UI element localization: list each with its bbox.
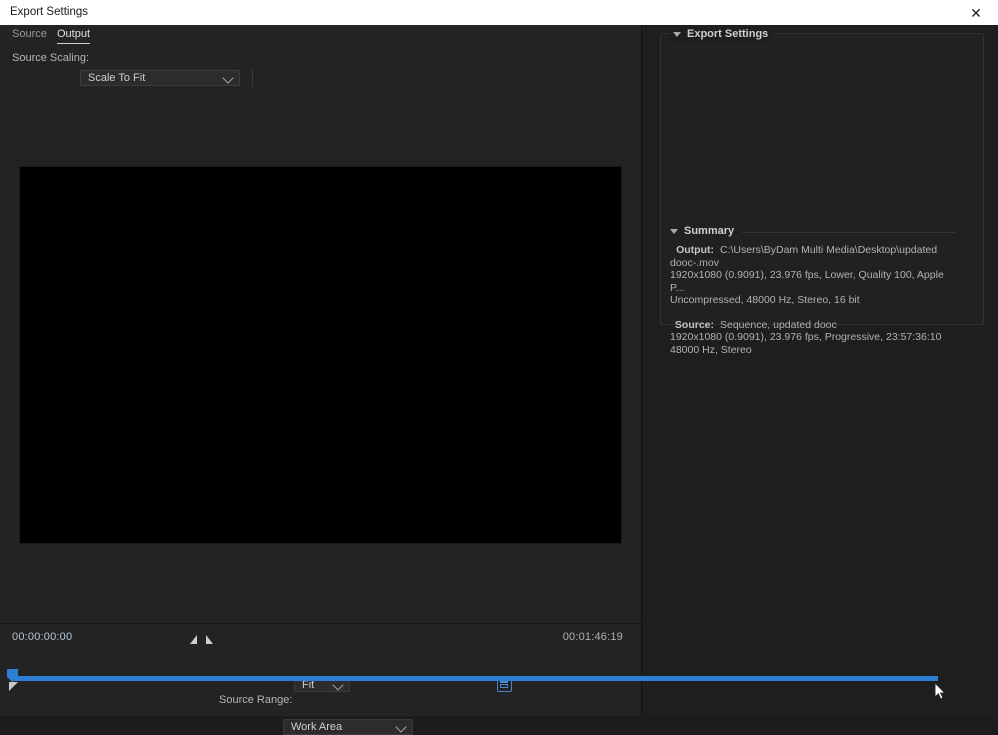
transport-bar: 00:00:00:00 00:01:46:19 — [0, 623, 641, 650]
chevron-down-icon — [673, 31, 681, 37]
preview-pane: Source Output Source Scaling: Scale To F… — [0, 25, 642, 735]
chevron-down-icon — [222, 72, 234, 84]
duration-timecode: 00:01:46:19 — [562, 631, 623, 643]
timeline-work-area-bar[interactable] — [12, 676, 938, 681]
current-timecode[interactable]: 00:00:00:00 — [12, 631, 72, 643]
source-scaling-label: Source Scaling: — [12, 52, 90, 64]
export-settings-header[interactable]: Export Settings — [669, 26, 773, 42]
source-scaling-select[interactable]: Scale To Fit — [80, 70, 240, 86]
source-range-value: Work Area — [291, 721, 343, 733]
in-point-marker[interactable] — [9, 682, 18, 691]
summary-output-key: Output: — [676, 244, 714, 256]
set-in-point-icon[interactable] — [190, 635, 197, 644]
export-settings-title: Export Settings — [687, 28, 769, 40]
page-title: Export Settings — [10, 6, 88, 18]
settings-pane: Export Settings Match Sequence Settings … — [642, 25, 998, 716]
tab-output[interactable]: Output — [57, 28, 91, 44]
source-scaling-value: Scale To Fit — [88, 72, 146, 84]
summary-header[interactable]: Summary — [670, 225, 956, 237]
set-out-point-icon[interactable] — [206, 635, 213, 644]
preview-tabs: Source Output — [0, 25, 641, 46]
video-preview-canvas[interactable] — [20, 167, 621, 543]
window-title-bar: Export Settings ✕ — [0, 0, 998, 26]
summary-section: Summary Output: C:\Users\ByDam Multi Med… — [670, 225, 956, 356]
source-range-select[interactable]: Work Area — [283, 719, 413, 735]
export-settings-dialog: Export Settings ✕ Source Output Source S… — [0, 0, 998, 735]
source-range-row: Source Range: — [0, 690, 641, 710]
tab-source[interactable]: Source — [12, 28, 47, 43]
summary-rule — [742, 232, 956, 233]
summary-source-group: Source: Sequence, updated dooc 1920x1080… — [670, 319, 956, 357]
chevron-down-icon — [395, 721, 407, 733]
source-range-label: Source Range: — [219, 694, 293, 706]
source-scaling-row: Source Scaling: — [0, 45, 641, 71]
summary-output-group: Output: C:\Users\ByDam Multi Media\Deskt… — [670, 244, 956, 307]
chevron-down-icon — [670, 228, 678, 234]
summary-source-key: Source: — [674, 318, 714, 331]
close-icon[interactable]: ✕ — [954, 0, 998, 25]
toolbar-divider — [252, 70, 253, 87]
summary-title: Summary — [684, 225, 735, 237]
